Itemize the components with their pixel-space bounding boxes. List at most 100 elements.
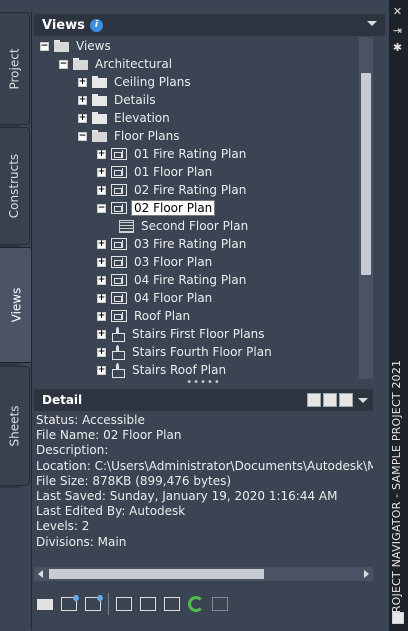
tree-item-label: Stairs First Floor Plans [132, 327, 265, 341]
detail-scroll-thumb[interactable] [49, 569, 264, 579]
detail-line: Description: [36, 443, 109, 458]
tree-item-label: Details [114, 93, 156, 107]
detail-line: Divisions: Main [36, 534, 127, 549]
tree-item-label: 01 Fire Rating Plan [134, 147, 247, 161]
publish-icon [212, 597, 228, 611]
detail-menu-caret-icon[interactable] [358, 398, 368, 403]
tree-item[interactable]: − 02 Floor Plan [97, 199, 216, 217]
stair-view-icon [111, 327, 125, 342]
view-list-icon[interactable] [323, 393, 337, 407]
collapse-icon[interactable]: − [59, 59, 68, 69]
add-view-link-icon [85, 595, 103, 611]
folder-icon [92, 112, 107, 124]
detail-header: Detail [34, 389, 373, 411]
expand-icon[interactable]: + [78, 95, 87, 105]
tab-sheets-label: Sheets [7, 405, 22, 447]
tab-constructs-label: Constructs [7, 153, 22, 219]
tab-sheets[interactable]: Sheets [0, 366, 30, 486]
tree-item[interactable]: − Architectural [59, 55, 174, 73]
tree-item[interactable]: +03 Fire Rating Plan [97, 235, 248, 253]
tree-item-label: 04 Fire Rating Plan [134, 273, 247, 287]
settings-icon[interactable]: ✱ [392, 42, 403, 53]
add-view-button[interactable] [58, 593, 80, 615]
expand-icon[interactable]: + [97, 257, 106, 267]
expand-icon[interactable]: + [97, 185, 106, 195]
tree-item-label: 02 Floor Plan [130, 200, 216, 216]
publish-button[interactable] [209, 593, 231, 615]
palette-corner-icon[interactable] [392, 612, 404, 624]
tree-item[interactable]: + Ceiling Plans [78, 73, 193, 91]
expand-icon[interactable]: + [97, 149, 106, 159]
regenerate-button[interactable] [161, 593, 183, 615]
close-icon[interactable]: ✕ [392, 6, 403, 17]
tree-item[interactable]: + Elevation [78, 109, 172, 127]
tree-item[interactable]: Second Floor Plan [119, 217, 250, 235]
expand-icon[interactable]: + [97, 167, 106, 177]
plan-view-icon [111, 238, 127, 250]
tree-item[interactable]: + Details [78, 91, 158, 109]
views-menu-caret-icon[interactable] [367, 21, 377, 26]
view-preview-icon[interactable] [339, 393, 353, 407]
folder-open-icon [73, 58, 88, 70]
collapse-icon[interactable]: − [97, 203, 106, 213]
add-category-button[interactable] [34, 593, 56, 615]
tree-item[interactable]: − Views [40, 37, 113, 55]
refresh-button[interactable] [185, 593, 207, 615]
tree-item[interactable]: + Stairs First Floor Plans [97, 325, 267, 343]
scroll-right-icon[interactable] [364, 570, 369, 578]
tree-item-label: Elevation [114, 111, 170, 125]
tree-item-label: Floor Plans [114, 129, 180, 143]
pin-icon[interactable]: ⇥ [392, 25, 403, 36]
plan-view-icon [111, 184, 127, 196]
views-header: Views i [34, 14, 385, 36]
plan-view-icon [111, 202, 127, 214]
tree-item[interactable]: +01 Floor Plan [97, 163, 214, 181]
info-icon[interactable]: i [89, 18, 103, 32]
expand-icon[interactable]: + [97, 365, 106, 375]
scroll-left-icon[interactable] [38, 570, 43, 578]
expand-icon[interactable]: + [97, 239, 106, 249]
tree-item[interactable]: +02 Fire Rating Plan [97, 181, 248, 199]
expand-icon[interactable]: + [97, 311, 106, 321]
tree-scroll-thumb[interactable] [361, 73, 371, 275]
detail-horizontal-scrollbar[interactable] [34, 567, 373, 581]
detail-title: Detail [42, 393, 83, 407]
tab-views-label: Views [9, 287, 24, 323]
expand-icon[interactable]: + [78, 113, 87, 123]
view-props-icon[interactable] [307, 393, 321, 407]
tree-item[interactable]: +03 Floor Plan [97, 253, 214, 271]
regenerate-icon [164, 597, 180, 611]
tree-item[interactable]: − Floor Plans [78, 127, 181, 145]
open-view-button[interactable] [113, 593, 135, 615]
collapse-icon[interactable]: − [78, 131, 87, 141]
tab-constructs[interactable]: Constructs [0, 127, 30, 245]
tree-item[interactable]: +04 Fire Rating Plan [97, 271, 248, 289]
tree-item[interactable]: +01 Fire Rating Plan [97, 145, 248, 163]
tree-item[interactable]: + Stairs Fourth Floor Plan [97, 343, 274, 361]
expand-icon[interactable]: + [97, 293, 106, 303]
collapse-icon[interactable]: − [40, 41, 49, 51]
expand-icon[interactable]: + [78, 77, 87, 87]
sheet-view-icon [119, 219, 134, 233]
plan-view-icon [111, 274, 127, 286]
bottom-toolbar [34, 591, 231, 617]
tree-item[interactable]: +04 Floor Plan [97, 289, 214, 307]
expand-icon[interactable]: + [97, 275, 106, 285]
tree-item[interactable]: + Roof Plan [97, 307, 192, 325]
tree-vertical-scrollbar[interactable] [359, 37, 373, 379]
tab-project[interactable]: Project [0, 12, 30, 125]
expand-icon[interactable]: + [97, 347, 106, 357]
toolbar-separator [108, 593, 109, 615]
add-view-link-button[interactable] [82, 593, 104, 615]
detail-line: Last Saved: Sunday, January 19, 2020 1:1… [36, 489, 338, 504]
repath-button[interactable] [137, 593, 159, 615]
tree-item-label: Roof Plan [134, 309, 191, 323]
plan-view-icon [111, 256, 127, 268]
detail-line: Status: Accessible [36, 413, 145, 427]
detail-line: File Size: 878KB (899,476 bytes) [36, 473, 232, 488]
tree-item-label: Ceiling Plans [114, 75, 191, 89]
expand-icon[interactable]: + [97, 329, 106, 339]
tab-views[interactable]: Views [0, 247, 33, 363]
add-category-icon [37, 598, 53, 610]
panel-splitter[interactable]: ••••• [34, 378, 373, 388]
